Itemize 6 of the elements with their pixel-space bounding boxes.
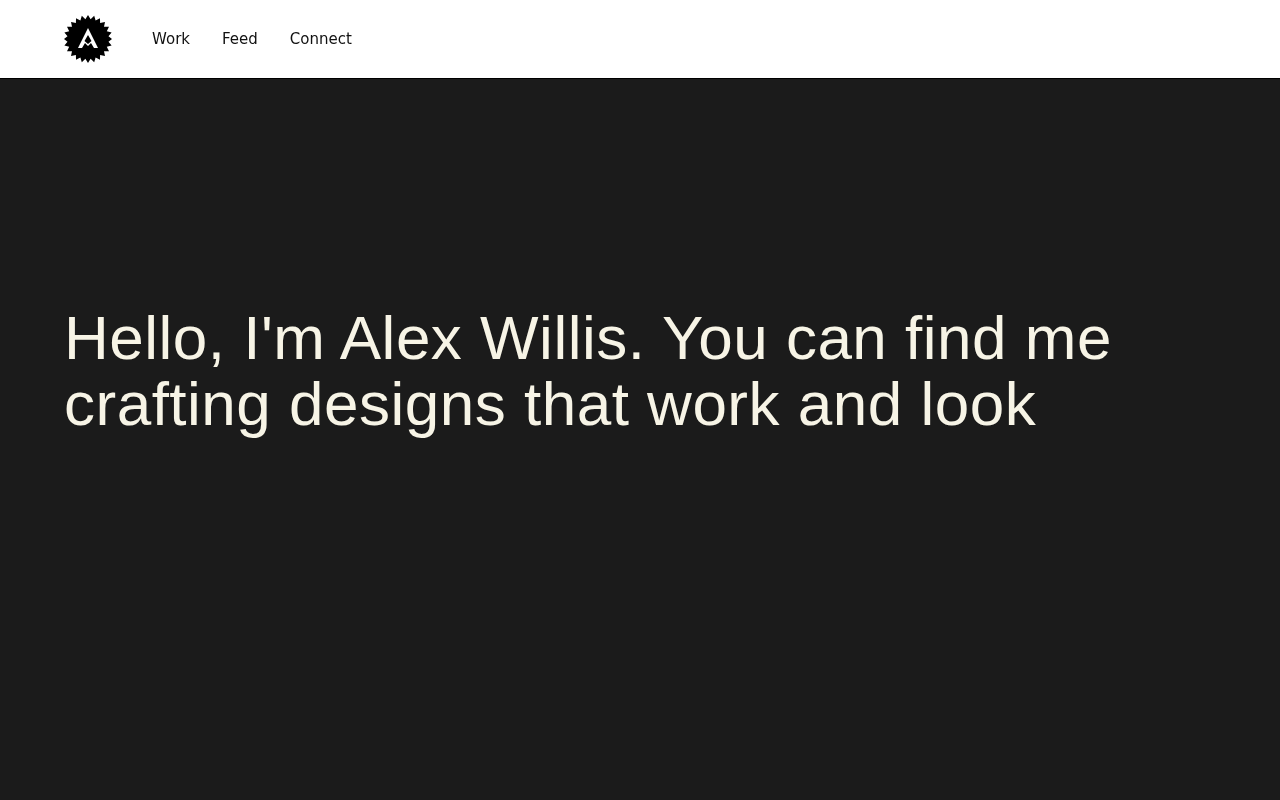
nav-link[interactable]: Work — [136, 26, 206, 52]
nav-link[interactable]: Feed — [206, 26, 274, 52]
hero-heading-line: Hello, I'm Alex Willis. You can find me — [64, 305, 1113, 371]
logo-icon[interactable] — [64, 15, 112, 63]
nav-link[interactable]: Connect — [273, 26, 368, 52]
hero-heading-line: crafting designs that work and look — [64, 371, 1038, 437]
